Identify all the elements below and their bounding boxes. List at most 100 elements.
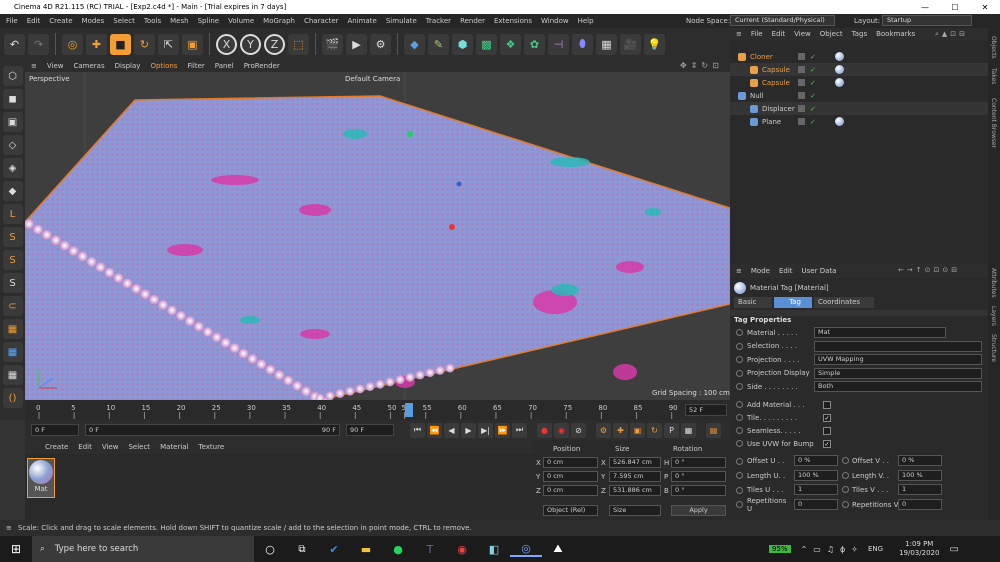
menu-select[interactable]: Select [113,17,135,25]
animate-toggle-icon[interactable] [842,500,849,508]
menu-edit[interactable]: Edit [27,17,41,25]
tab-coordinates[interactable]: Coordinates [814,297,874,308]
object-menu-view[interactable]: View [794,30,811,38]
go-to-end-icon[interactable]: ⏭ [512,422,527,438]
layout-dropdown[interactable]: Startup [882,15,972,26]
redo-icon[interactable]: ↷ [28,33,49,55]
menu-mesh[interactable]: Mesh [170,17,188,25]
render-settings-icon[interactable]: ⚙ [370,33,391,55]
move-icon[interactable]: ✚ [86,33,107,55]
object-name[interactable]: Capsule [762,79,790,87]
notifications-icon[interactable]: ▭ [949,544,958,555]
x-axis-icon[interactable]: X [216,33,237,55]
material-menu-view[interactable]: View [102,443,119,451]
point-mode-icon[interactable]: ◇ [2,135,23,155]
render-view-icon[interactable]: 🎬 [322,33,343,55]
menu-create[interactable]: Create [49,17,72,25]
maximize-button[interactable]: ☐ [940,3,970,12]
texture-mode-icon[interactable]: ▣ [2,112,23,132]
timeline-window-icon[interactable]: ▤ [706,422,721,438]
prev-key-icon[interactable]: ⏪ [427,422,442,438]
camera-icon[interactable]: 🎥 [620,33,641,55]
checkbox[interactable]: ✓ [823,439,831,448]
side-tab-takes[interactable]: Takes [990,68,997,84]
side-tab-layers[interactable]: Layers [990,306,997,326]
animate-toggle-icon[interactable] [842,457,849,464]
offset-field-right[interactable]: 0 % [898,455,942,466]
scale-icon[interactable]: ■ [110,33,131,55]
viewport-menu-options[interactable]: Options [150,62,177,70]
viewport-menu-filter[interactable]: Filter [187,62,204,70]
viewport-menu-display[interactable]: Display [115,62,141,70]
menu-spline[interactable]: Spline [198,17,220,25]
keyframe-selection-icon[interactable]: ⊘ [571,422,586,438]
preview-range-slider[interactable]: 0 F 90 F [85,424,340,436]
viewport-menu-prorender[interactable]: ProRender [244,62,280,70]
spotify-icon[interactable]: ● [382,543,414,556]
offset-field-left[interactable]: 100 % [794,469,838,481]
array-icon[interactable]: ✿ [524,33,545,55]
visibility-dots-icon[interactable] [798,79,805,86]
current-frame-field[interactable]: 52 F [685,404,727,416]
workplane-icon[interactable]: S [2,273,23,293]
menu-mograph[interactable]: MoGraph [263,17,295,25]
enabled-check-icon[interactable]: ✓ [810,92,816,100]
offset-field-right[interactable]: 0 [898,498,942,510]
rotate-icon[interactable]: ↻ [134,33,155,55]
coordinate-system-icon[interactable]: ⬚ [288,33,309,55]
offset-field-right[interactable]: 100 % [898,469,942,481]
node-space-dropdown[interactable]: Current (Standard/Physical) [730,15,835,26]
object-name[interactable]: Null [750,92,764,100]
viewport-menu-view[interactable]: View [47,62,64,70]
material-menu-texture[interactable]: Texture [199,443,225,451]
offset-field-right[interactable]: 1 [898,484,942,495]
tag-icon[interactable] [835,52,844,61]
object-name[interactable]: Cloner [750,53,773,61]
material-menu-material[interactable]: Material [160,443,188,451]
animate-toggle-icon[interactable] [842,471,849,479]
animate-toggle-icon[interactable] [736,369,743,377]
viewport-menu-panel[interactable]: Panel [215,62,234,70]
object-row[interactable]: Capsule ✓ [730,76,988,89]
animate-toggle-icon[interactable] [736,342,743,350]
extrude-icon[interactable]: ▩ [476,33,497,55]
close-button[interactable]: ✕ [970,3,1000,12]
start-frame-field[interactable]: 0 F [31,424,79,436]
snap-settings-icon[interactable]: S [2,250,23,270]
animate-toggle-icon[interactable] [736,401,743,408]
position-field[interactable]: 0 cm [543,471,598,482]
clock[interactable]: 1:09 PM 19/03/2020 [899,540,939,558]
object-name[interactable]: Displacer [762,105,795,113]
object-name[interactable]: Plane [762,118,781,126]
z-axis-icon[interactable]: Z [264,33,285,55]
size-field[interactable]: 531.886 cm [609,485,661,496]
material-menu-edit[interactable]: Edit [78,443,92,451]
tag-icon[interactable] [835,65,844,74]
next-key-icon[interactable]: ⏩ [495,422,510,438]
playhead[interactable] [405,403,413,417]
object-menu-object[interactable]: Object [820,30,843,38]
recent-scale-icon[interactable]: ▣ [182,33,203,55]
floor-icon[interactable]: ▦ [596,33,617,55]
hamburger-icon[interactable]: ≡ [736,30,742,38]
teams-icon[interactable]: T [414,543,446,556]
menu-modes[interactable]: Modes [82,17,105,25]
bend-deformer-icon[interactable]: ⊣ [548,33,569,55]
todo-icon[interactable]: ✔ [318,543,350,556]
polygon-mode-icon[interactable]: ◆ [2,181,23,201]
size-field[interactable]: 7.595 cm [609,471,661,482]
menu-help[interactable]: Help [578,17,594,25]
prev-frame-icon[interactable]: ◀ [444,422,459,438]
enabled-check-icon[interactable]: ✓ [810,118,816,126]
tray-icons[interactable]: ⌃▭♫ɸ✧ [801,545,864,554]
material-menu-create[interactable]: Create [45,443,68,451]
undo-icon[interactable]: ↶ [4,33,25,55]
object-menu-edit[interactable]: Edit [772,30,786,38]
viewport[interactable]: Perspective Default Camera Grid Spacing … [25,72,730,400]
menu-simulate[interactable]: Simulate [386,17,417,25]
visibility-dots-icon[interactable] [798,105,805,112]
next-frame-icon[interactable]: ▶| [478,422,493,438]
minimize-button[interactable]: — [910,3,940,12]
viewport-nav-icons[interactable]: ✥⇕↻⊡ [680,61,723,70]
chrome-icon[interactable]: ◉ [446,543,478,556]
